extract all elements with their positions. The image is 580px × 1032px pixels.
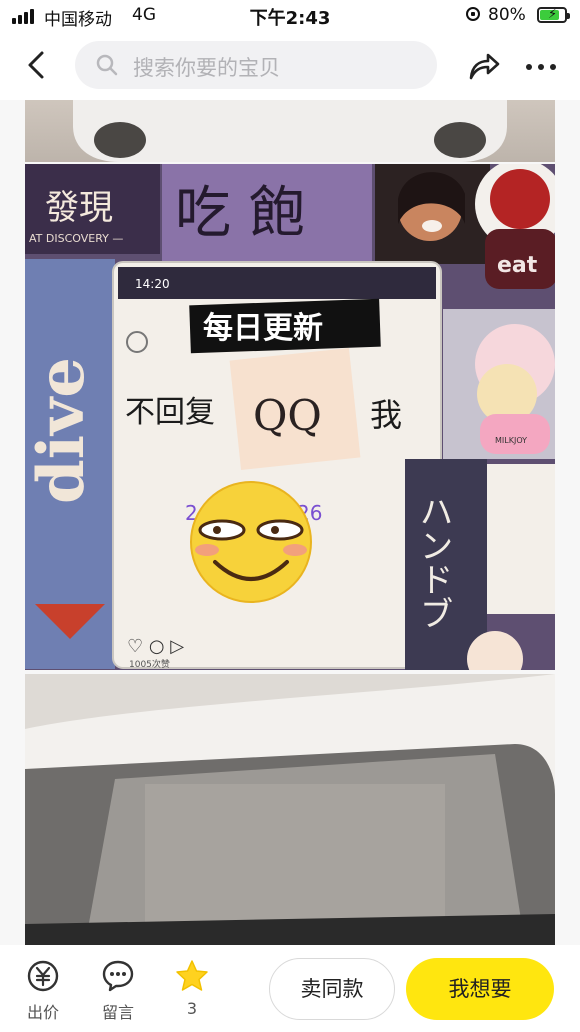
battery-percent: 80% bbox=[488, 5, 526, 25]
want-button[interactable]: 我想要 bbox=[406, 958, 554, 1020]
discovery-sub-text: AT DISCOVERY — bbox=[29, 232, 123, 245]
search-placeholder: 搜索你要的宝贝 bbox=[133, 56, 280, 80]
favorite-button[interactable]: 3 bbox=[167, 959, 217, 1018]
back-icon[interactable] bbox=[22, 50, 52, 80]
star-icon bbox=[176, 960, 208, 991]
reply-text-left: 不回复 bbox=[125, 395, 215, 430]
item-gallery: 發現 AT DISCOVERY — 吃 飽 eat dive 14:20 每日更… bbox=[0, 100, 580, 945]
item-photo-2[interactable]: 發現 AT DISCOVERY — 吃 飽 eat dive 14:20 每日更… bbox=[25, 164, 555, 670]
charging-icon: ⚡ bbox=[548, 7, 558, 22]
discovery-sign-text: 發現 bbox=[45, 188, 113, 228]
hand-sign-text: ハンドブ bbox=[413, 494, 453, 630]
eat-badge: eat bbox=[497, 253, 538, 278]
rotation-lock-icon bbox=[466, 7, 480, 21]
message-label: 留言 bbox=[101, 1003, 134, 1022]
search-icon bbox=[96, 54, 118, 76]
search-input[interactable]: 搜索你要的宝贝 bbox=[75, 41, 437, 89]
offer-button[interactable]: 出价 bbox=[18, 959, 68, 1023]
more-icon[interactable] bbox=[523, 49, 559, 85]
favorite-count: 3 bbox=[186, 999, 198, 1018]
likes-text: 1005次赞 bbox=[129, 658, 170, 670]
milkjoy-text: MILKJOY bbox=[495, 436, 527, 445]
svg-text:♡ ○ ▷: ♡ ○ ▷ bbox=[127, 636, 184, 657]
chat-bubble-icon bbox=[102, 960, 134, 992]
eat-sign-text: 吃 飽 bbox=[175, 181, 305, 246]
yuan-icon bbox=[27, 960, 59, 992]
offer-label: 出价 bbox=[26, 1003, 59, 1022]
status-bar: 中国移动 4G 下午2:43 80% ⚡ bbox=[0, 0, 580, 32]
top-nav: 搜索你要的宝贝 bbox=[0, 32, 580, 100]
sell-same-button[interactable]: 卖同款 bbox=[269, 958, 395, 1020]
daily-update-label: 每日更新 bbox=[203, 311, 323, 346]
phone-time: 14:20 bbox=[135, 277, 170, 291]
dive-text: dive bbox=[25, 357, 99, 504]
qq-handwritten: QQ bbox=[253, 391, 322, 440]
bottom-action-bar: 出价 留言 3 卖同款 我想要 bbox=[0, 945, 580, 1032]
item-photo-3[interactable] bbox=[25, 674, 555, 945]
message-button[interactable]: 留言 bbox=[93, 959, 143, 1023]
share-icon[interactable] bbox=[466, 48, 502, 84]
reply-text-right: 我 bbox=[370, 396, 402, 434]
item-photo-1[interactable] bbox=[25, 100, 555, 162]
battery-icon: ⚡ bbox=[537, 7, 570, 23]
